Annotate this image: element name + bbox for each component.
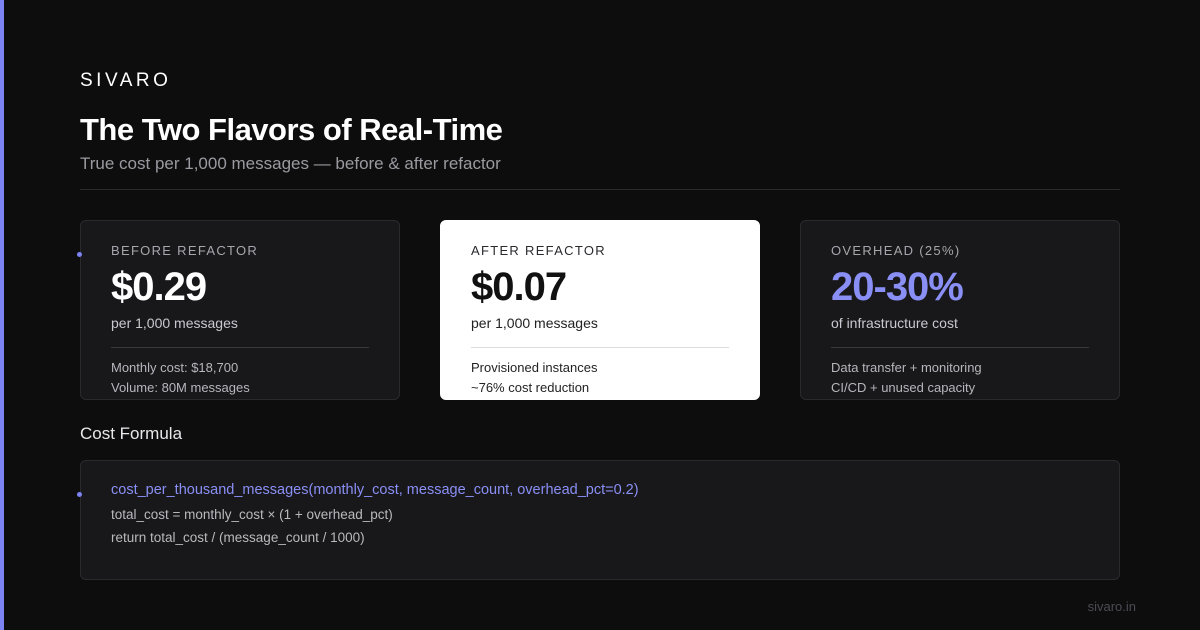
card-divider bbox=[471, 347, 729, 348]
card-unit: of infrastructure cost bbox=[831, 315, 958, 331]
slide-canvas: SIVARO The Two Flavors of Real-Time True… bbox=[0, 0, 1200, 630]
page-subtitle: True cost per 1,000 messages — before & … bbox=[80, 154, 501, 173]
bullet-dot-icon bbox=[77, 492, 82, 497]
card-note: Monthly cost: $18,700 bbox=[111, 360, 239, 375]
card-note: CI/CD + unused capacity bbox=[831, 380, 976, 395]
card-note: Data transfer + monitoring bbox=[831, 360, 982, 375]
card-label: AFTER REFACTOR bbox=[471, 243, 606, 258]
bullet-dot-icon bbox=[77, 252, 82, 257]
card-before-refactor: BEFORE REFACTOR $0.29 per 1,000 messages… bbox=[80, 220, 400, 400]
page-title: The Two Flavors of Real-Time bbox=[80, 112, 503, 147]
formula-section-title: Cost Formula bbox=[80, 424, 183, 443]
card-overhead: OVERHEAD (25%) 20-30% of infrastructure … bbox=[800, 220, 1120, 400]
card-label: BEFORE REFACTOR bbox=[111, 243, 259, 258]
card-divider bbox=[111, 347, 369, 348]
formula-signature: cost_per_thousand_messages(monthly_cost,… bbox=[111, 482, 639, 498]
formula-line: return total_cost / (message_count / 100… bbox=[111, 530, 365, 545]
card-after-refactor: AFTER REFACTOR $0.07 per 1,000 messages … bbox=[440, 220, 760, 400]
brand-logo-text: SIVARO bbox=[80, 70, 172, 91]
card-note: Provisioned instances bbox=[471, 360, 598, 375]
card-label: OVERHEAD (25%) bbox=[831, 243, 961, 258]
card-unit: per 1,000 messages bbox=[471, 315, 598, 331]
card-value: 20-30% bbox=[831, 265, 964, 309]
card-note: ~76% cost reduction bbox=[471, 380, 590, 395]
header-divider bbox=[80, 189, 1120, 190]
card-unit: per 1,000 messages bbox=[111, 315, 238, 331]
card-value: $0.29 bbox=[111, 265, 207, 309]
formula-code-block: cost_per_thousand_messages(monthly_cost,… bbox=[80, 460, 1120, 580]
card-divider bbox=[831, 347, 1089, 348]
card-note: Volume: 80M messages bbox=[111, 380, 250, 395]
card-value: $0.07 bbox=[471, 265, 567, 309]
footer-url: sivaro.in bbox=[1087, 599, 1136, 614]
formula-line: total_cost = monthly_cost × (1 + overhea… bbox=[111, 507, 393, 522]
accent-bar bbox=[0, 0, 4, 630]
